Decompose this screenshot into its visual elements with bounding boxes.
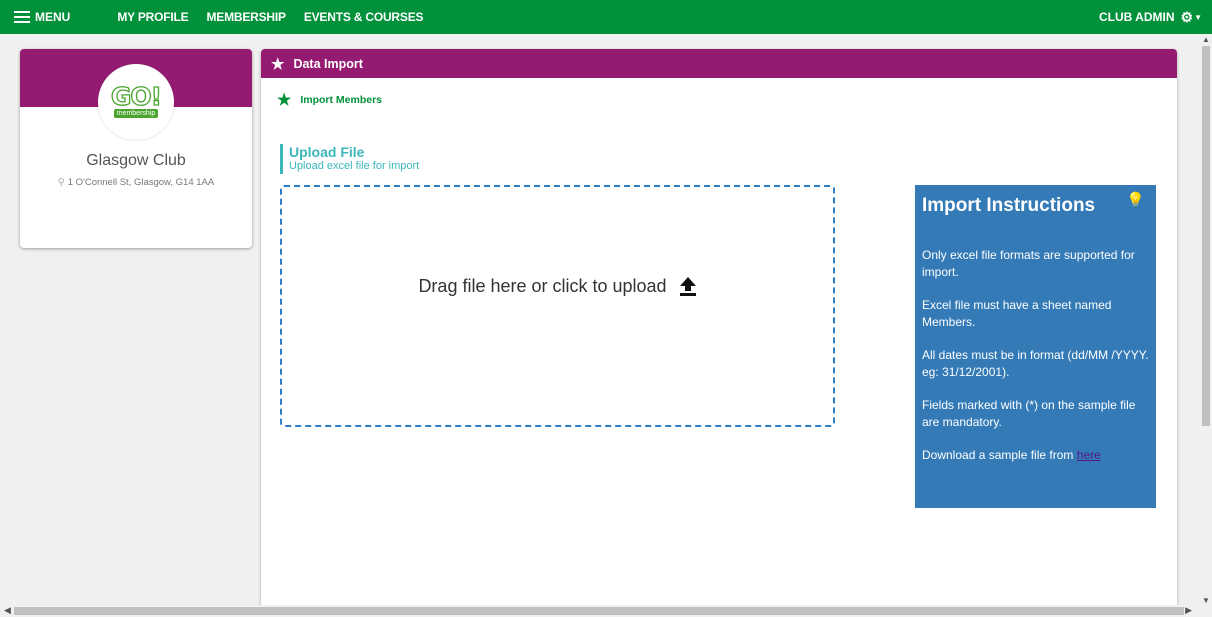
instruction-item: All dates must be in format (dd/MM /YYYY… [922,348,1149,379]
import-members-label: Import Members [300,94,383,106]
scroll-left-icon[interactable]: ◀ [4,605,11,616]
instruction-item: Only excel file formats are supported fo… [922,248,1135,279]
lightbulb-icon: 💡 [1126,192,1145,209]
star-icon: ★ [271,55,285,73]
club-admin-dropdown[interactable]: CLUB ADMIN ⚙ ▼ [1099,0,1202,34]
upload-subtitle: Upload excel file for import [289,160,420,172]
menu-label: MENU [35,10,71,24]
hamburger-icon [14,11,30,23]
logo-text: GO! [110,82,162,111]
import-members-link[interactable]: ★ Import Members [277,90,382,110]
scroll-up-icon[interactable]: ▲ [1202,35,1210,44]
user-label: CLUB ADMIN [1098,10,1175,24]
horizontal-scroll-thumb[interactable] [14,607,1184,615]
address-text: 1 O'Connell St, Glasgow, G14 1AA [67,177,215,188]
instruction-item: Fields marked with (*) on the sample fil… [922,398,1136,429]
data-import-panel: ★ Data Import ★ Import Members Upload Fi… [261,49,1177,617]
gear-icon: ⚙ [1180,9,1194,25]
import-instructions: Import Instructions 💡 Only excel file fo… [915,185,1156,508]
upload-heading: Upload File Upload excel file for import [280,144,419,174]
logo-subtext: membership [113,109,159,118]
club-name: Glasgow Club [86,152,186,169]
upload-icon [679,276,697,296]
club-logo: GO! membership [98,64,174,140]
profile-card: GO! membership Glasgow Club ⚲ 1 O'Connell… [20,49,252,248]
nav-link-my-profile[interactable]: MY PROFILE [117,10,188,24]
nav-link-events-courses[interactable]: EVENTS & COURSES [304,10,424,24]
chevron-down-icon: ▼ [1194,12,1202,22]
vertical-scroll-thumb[interactable] [1202,46,1210,426]
vertical-scrollbar[interactable]: ▲ ▼ [1200,34,1212,605]
top-nav: MENU MY PROFILE MEMBERSHIP EVENTS & COUR… [0,0,1212,34]
download-text: Download a sample file from [922,448,1077,462]
nav-link-membership[interactable]: MEMBERSHIP [206,10,286,24]
download-sample-link[interactable]: here [1077,448,1101,462]
club-address: ⚲ 1 O'Connell St, Glasgow, G14 1AA [20,177,252,188]
instruction-item: Download a sample file from here [922,447,1149,464]
dropzone-text: Drag file here or click to upload [418,275,667,296]
scroll-down-icon[interactable]: ▼ [1202,596,1210,605]
menu-button[interactable]: MENU [14,10,70,24]
instructions-title: Import Instructions [922,195,1096,216]
file-dropzone[interactable]: Drag file here or click to upload [280,185,835,427]
horizontal-scrollbar[interactable]: ◀ ▶ [0,605,1200,617]
map-pin-icon: ⚲ [57,177,65,188]
star-icon: ★ [277,92,292,109]
upload-title: Upload File [289,144,365,160]
panel-header: ★ Data Import [261,49,1177,78]
panel-title: Data Import [293,56,363,71]
instruction-item: Excel file must have a sheet named Membe… [922,298,1112,329]
scroll-right-icon[interactable]: ▶ [1185,605,1192,616]
